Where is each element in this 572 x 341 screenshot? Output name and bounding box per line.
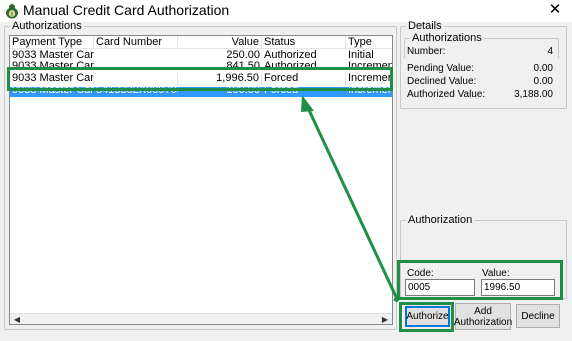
cell-payment-type: 9033 Master Card - bbox=[12, 87, 94, 96]
add-authorization-label-line1: Add bbox=[474, 305, 492, 317]
cell-card-number: 5413332X0097030 bbox=[96, 87, 178, 96]
detail-authorized-label: Authorized Value: bbox=[407, 89, 486, 100]
cell-status: Forced bbox=[262, 72, 346, 85]
detail-declined: Declined Value: 0.00 bbox=[407, 76, 553, 88]
table-row[interactable]: 9033 Master Card - 250.00 Authorized Ini… bbox=[10, 50, 392, 61]
cell-type: Incrementa bbox=[348, 72, 392, 84]
horizontal-scrollbar[interactable]: ◀ ▶ bbox=[10, 313, 392, 324]
decline-button-label: Decline bbox=[521, 310, 555, 322]
authorization-group-legend: Authorization bbox=[408, 214, 473, 226]
cell-payment-type: 9033 Master Card - bbox=[12, 61, 94, 72]
cell-card-number bbox=[94, 61, 178, 72]
column-value[interactable]: Value bbox=[178, 36, 262, 49]
scroll-left-arrow-icon[interactable]: ◀ bbox=[11, 314, 23, 324]
scroll-right-arrow-icon[interactable]: ▶ bbox=[379, 314, 391, 324]
cell-payment-type: 9033 Master Card - bbox=[12, 72, 94, 85]
value-label: Value: bbox=[482, 268, 510, 279]
list-header: Payment Type Card Number Value Status Ty… bbox=[10, 36, 392, 49]
detail-declined-value: 0.00 bbox=[533, 76, 553, 87]
details-subgroup-legend: Authorizations bbox=[412, 32, 482, 44]
cell-type: Incrementa bbox=[348, 61, 392, 72]
table-row-selected[interactable]: 9033 Master Card - 5413332X0097030 100.0… bbox=[10, 87, 392, 97]
detail-declined-label: Declined Value: bbox=[407, 76, 477, 87]
cell-status: Forced bbox=[264, 87, 299, 96]
cell-payment-type: 9033 Master Card - bbox=[12, 50, 94, 61]
cell-status: Authorized bbox=[264, 50, 317, 61]
close-button[interactable]: ✕ bbox=[544, 0, 566, 20]
value-field[interactable]: 1996.50 bbox=[481, 279, 555, 296]
authorize-button[interactable]: Authorize bbox=[405, 306, 450, 327]
cell-value: 100.00 bbox=[226, 87, 260, 96]
svg-text:$: $ bbox=[10, 12, 13, 18]
cell-value: 841.50 bbox=[226, 61, 260, 72]
code-label: Code: bbox=[407, 268, 434, 279]
column-card-number[interactable]: Card Number bbox=[94, 36, 178, 49]
add-authorization-button[interactable]: Add Authorization bbox=[453, 303, 513, 330]
detail-pending: Pending Value: 0.00 bbox=[407, 63, 553, 75]
authorize-button-label: Authorize bbox=[406, 311, 449, 322]
details-group-legend: Details bbox=[408, 20, 442, 32]
window-title: Manual Credit Card Authorization bbox=[23, 2, 230, 18]
detail-number-value: 4 bbox=[547, 46, 553, 57]
cell-card-number bbox=[94, 50, 178, 61]
detail-authorized-value: 3,188.00 bbox=[514, 89, 553, 100]
detail-authorized: Authorized Value: 3,188.00 bbox=[407, 89, 553, 101]
cell-card-number bbox=[94, 72, 178, 85]
column-type[interactable]: Type bbox=[346, 36, 392, 49]
cell-type: Initial bbox=[348, 50, 374, 61]
cell-value: 1,996.50 bbox=[178, 72, 262, 85]
cell-value: 250.00 bbox=[226, 50, 260, 61]
table-row[interactable]: 9033 Master Card - 841.50 Authorized Inc… bbox=[10, 61, 392, 72]
detail-pending-value: 0.00 bbox=[533, 63, 553, 74]
cell-status: Authorized bbox=[264, 61, 317, 72]
column-payment-type[interactable]: Payment Type bbox=[10, 36, 94, 49]
table-row-focused[interactable]: 9033 Master Card - 1,996.50 Forced Incre… bbox=[10, 72, 392, 85]
decline-button[interactable]: Decline bbox=[516, 304, 560, 328]
authorizations-list[interactable]: Payment Type Card Number Value Status Ty… bbox=[9, 35, 393, 325]
detail-number-label: Number: bbox=[407, 46, 446, 57]
app-icon: $ bbox=[6, 4, 18, 19]
cell-type: Incrementa bbox=[348, 87, 392, 96]
authorizations-group-legend: Authorizations bbox=[12, 20, 82, 32]
detail-pending-label: Pending Value: bbox=[407, 63, 475, 74]
code-field[interactable]: 0005 bbox=[405, 279, 475, 296]
column-status[interactable]: Status bbox=[262, 36, 346, 49]
title-bar: $ Manual Credit Card Authorization ✕ bbox=[0, 0, 572, 22]
detail-number: Number: 4 bbox=[407, 46, 553, 58]
add-authorization-label-line2: Authorization bbox=[453, 316, 513, 328]
